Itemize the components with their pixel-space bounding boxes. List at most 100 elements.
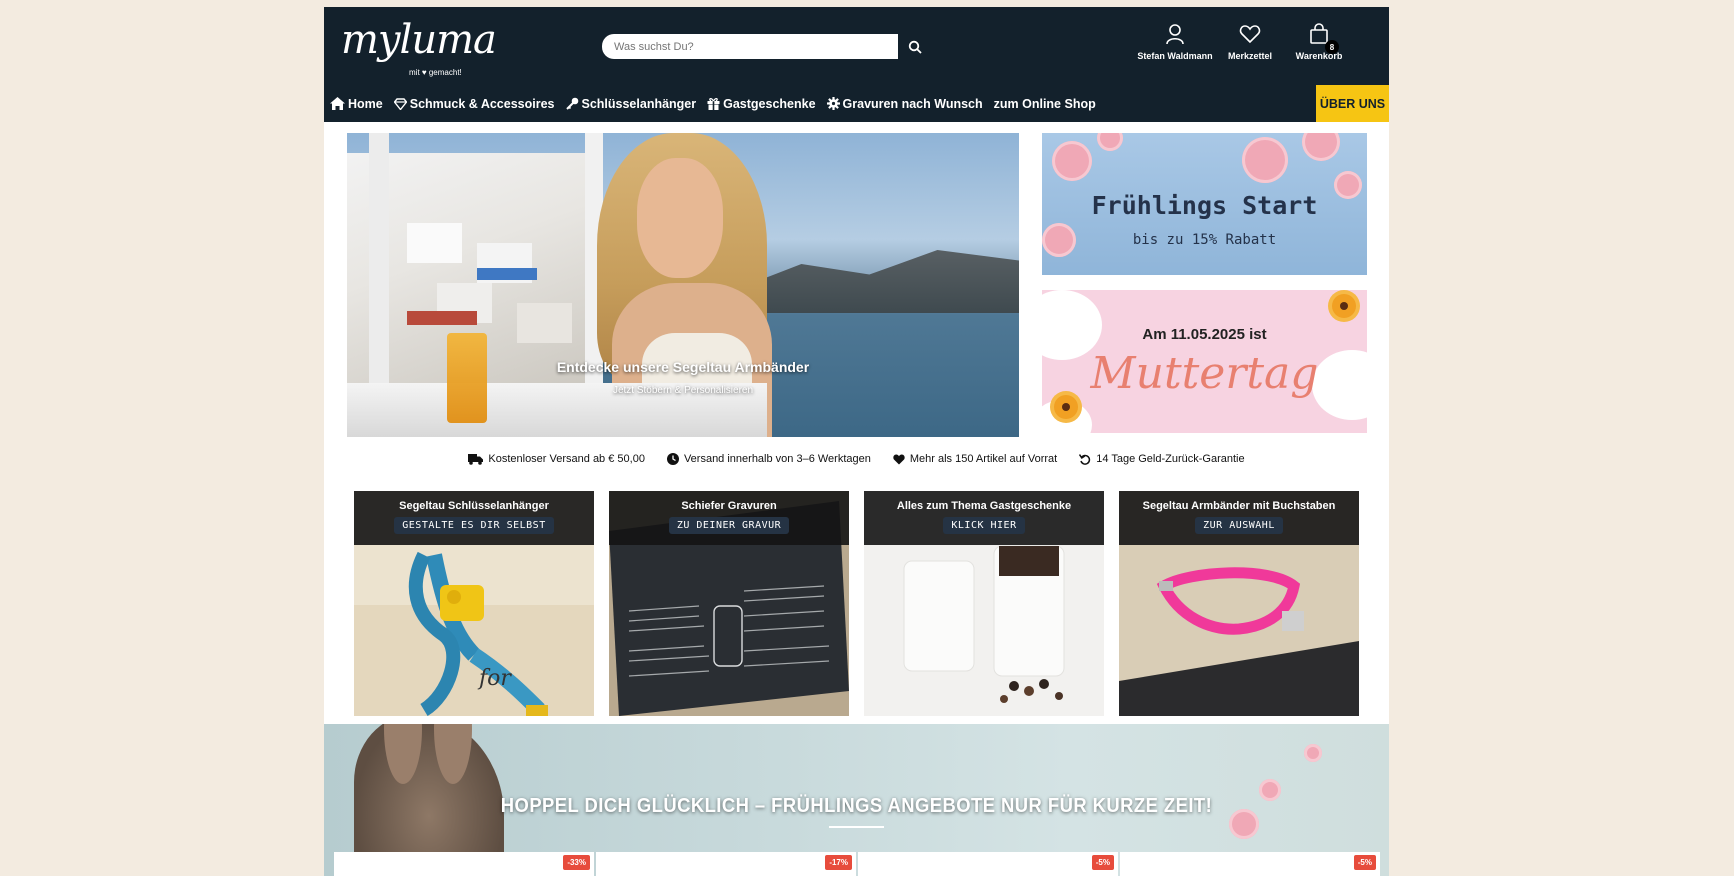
promo-fruehlings-start[interactable]: Frühlings Start bis zu 15% Rabatt xyxy=(1042,133,1367,275)
bunny-ear xyxy=(434,724,472,784)
bunny-ear xyxy=(384,724,422,784)
sale-badge: -5% xyxy=(1353,855,1376,870)
product-card[interactable]: -5% xyxy=(858,852,1118,876)
nav-item-gastgeschenke[interactable]: Gastgeschenke xyxy=(701,85,820,122)
tile-title: Schiefer Gravuren xyxy=(681,500,777,512)
svg-text:for: for xyxy=(477,666,512,691)
flower-decoration xyxy=(1332,294,1356,318)
keychain-image: for xyxy=(354,545,594,716)
shopping-bag-icon xyxy=(1279,23,1359,47)
product-card[interactable]: -5% xyxy=(1120,852,1380,876)
key-icon xyxy=(565,97,578,110)
promo-spring-title: Frühlings Start xyxy=(1091,191,1318,220)
tile-cta-button[interactable]: GESTALTE ES DIR SELBST xyxy=(394,517,554,534)
spring-offers-banner: HOPPEL DICH GLÜCKLICH – FRÜHLINGS ANGEBO… xyxy=(324,724,1389,876)
tile-cta-button[interactable]: ZU DEINER GRAVUR xyxy=(668,517,790,534)
nav-item-online-shop[interactable]: zum Online Shop xyxy=(988,85,1101,122)
search-input[interactable] xyxy=(602,34,898,59)
usp-text: Kostenloser Versand ab € 50,00 xyxy=(488,453,645,465)
category-tile-schiefer[interactable]: Schiefer Gravuren ZU DEINER GRAVUR xyxy=(609,491,849,716)
hero-image-roof xyxy=(407,311,477,325)
hero-image-drink xyxy=(447,333,487,423)
promo-mothersday-big: Muttertag xyxy=(1090,348,1319,399)
gift-icon xyxy=(707,98,720,110)
nav-label: Schmuck & Accessoires xyxy=(409,96,555,111)
account-label: Stefan Waldmann xyxy=(1137,51,1213,61)
hero-image-cliff xyxy=(747,250,1019,313)
user-icon xyxy=(1135,23,1215,47)
heart-icon xyxy=(893,454,905,464)
tile-title: Alles zum Thema Gastgeschenke xyxy=(896,500,1072,512)
usp-item: Mehr als 150 Artikel auf Vorrat xyxy=(893,453,1057,465)
category-tile-armbaender[interactable]: Segeltau Armbänder mit Buchstaben ZUR AU… xyxy=(1119,491,1359,716)
nav-label: zum Online Shop xyxy=(993,96,1096,111)
blossom-decoration xyxy=(1304,744,1322,762)
usp-bar: Kostenloser Versand ab € 50,00 Versand i… xyxy=(324,453,1389,465)
hero-image-face xyxy=(637,158,723,278)
nav-label: Home xyxy=(348,96,383,111)
tile-header: Segeltau Armbänder mit Buchstaben ZUR AU… xyxy=(1119,491,1359,545)
nav-item-schluesselanhaenger[interactable]: Schlüsselanhänger xyxy=(560,85,702,122)
tile-cta-button[interactable]: ZUR AUSWAHL xyxy=(1195,517,1283,534)
tile-title: Segeltau Schlüsselanhänger xyxy=(399,500,549,512)
cart-count-badge: 8 xyxy=(1325,40,1339,54)
flower-decoration xyxy=(1052,141,1092,181)
divider xyxy=(829,826,884,828)
gear-icon xyxy=(826,97,840,110)
wishlist-link[interactable]: Merkzettel xyxy=(1210,23,1290,61)
cart-link[interactable]: 8 Warenkorb xyxy=(1279,23,1359,61)
usp-text: Mehr als 150 Artikel auf Vorrat xyxy=(909,453,1058,465)
undo-icon xyxy=(1079,454,1091,465)
clock-icon xyxy=(666,453,679,465)
sale-badge: -17% xyxy=(825,855,852,870)
tile-header: Segeltau Schlüsselanhänger GESTALTE ES D… xyxy=(354,491,594,545)
nav-label: Gastgeschenke xyxy=(723,96,816,111)
category-tile-gastgeschenke[interactable]: Alles zum Thema Gastgeschenke KLICK HIER xyxy=(864,491,1104,716)
promo-mothersday-title: Am 11.05.2025 ist xyxy=(1142,326,1267,343)
logo[interactable]: myluma mit ♥ gemacht! xyxy=(341,17,497,79)
usp-item: Versand innerhalb von 3–6 Werktagen xyxy=(666,453,871,465)
ueber-uns-button[interactable]: ÜBER UNS xyxy=(1316,85,1389,122)
diamond-icon xyxy=(393,97,407,110)
cart-label: Warenkorb xyxy=(1295,51,1343,61)
nav-item-gravuren[interactable]: Gravuren nach Wunsch xyxy=(821,85,988,122)
flower-decoration xyxy=(1097,133,1123,151)
usp-item: 14 Tage Geld-Zurück-Garantie xyxy=(1079,453,1245,465)
product-card[interactable]: -33% xyxy=(334,852,594,876)
hero-subtitle: Jetzt Stöbern & Personalisieren xyxy=(612,385,754,396)
home-icon xyxy=(330,97,345,110)
product-card[interactable]: -17% xyxy=(596,852,856,876)
tile-header: Schiefer Gravuren ZU DEINER GRAVUR xyxy=(609,491,849,545)
logo-wordmark: myluma xyxy=(341,17,497,63)
hero-image-balcony xyxy=(477,268,537,280)
nav-item-home[interactable]: Home xyxy=(324,85,388,122)
logo-tagline: mit ♥ gemacht! xyxy=(409,68,462,77)
usp-item: Kostenloser Versand ab € 50,00 xyxy=(468,453,645,465)
nav-item-schmuck[interactable]: Schmuck & Accessoires xyxy=(388,85,560,122)
account-link[interactable]: Stefan Waldmann xyxy=(1135,23,1215,61)
usp-text: 14 Tage Geld-Zurück-Garantie xyxy=(1096,453,1245,465)
usp-text: Versand innerhalb von 3–6 Werktagen xyxy=(683,453,871,465)
hero-image-houses xyxy=(407,223,462,263)
main-nav: Home Schmuck & Accessoires Schlüsselanhä… xyxy=(324,85,1101,122)
sale-badge: -5% xyxy=(1091,855,1114,870)
flower-decoration xyxy=(1242,137,1288,183)
hero-banner[interactable]: Entdecke unsere Segeltau Armbänder Jetzt… xyxy=(347,133,1019,437)
promo-spring-subtitle: bis zu 15% Rabatt xyxy=(1132,232,1277,248)
heart-outline-icon xyxy=(1210,23,1290,47)
tile-cta-button[interactable]: KLICK HIER xyxy=(943,517,1025,534)
nav-label: Gravuren nach Wunsch xyxy=(842,96,983,111)
nav-label: Schlüsselanhänger xyxy=(581,96,697,111)
promo-muttertag[interactable]: Am 11.05.2025 ist Muttertag xyxy=(1042,290,1367,433)
tile-header: Alles zum Thema Gastgeschenke KLICK HIER xyxy=(864,491,1104,545)
tile-title: Segeltau Armbänder mit Buchstaben xyxy=(1142,500,1336,512)
category-tile-schluesselanhaenger[interactable]: for Segeltau Schlüsselanhänger GESTALTE … xyxy=(354,491,594,716)
search-icon[interactable] xyxy=(904,36,926,58)
flower-decoration xyxy=(1302,133,1340,161)
sale-badge: -33% xyxy=(563,855,590,870)
spring-banner-title: HOPPEL DICH GLÜCKLICH – FRÜHLINGS ANGEBO… xyxy=(500,795,1213,817)
hero-title: Entdecke unsere Segeltau Armbänder xyxy=(556,359,810,375)
truck-icon xyxy=(468,453,484,465)
wishlist-label: Merkzettel xyxy=(1227,51,1272,61)
page: myluma mit ♥ gemacht! Stefan Waldmann Me… xyxy=(324,7,1389,876)
